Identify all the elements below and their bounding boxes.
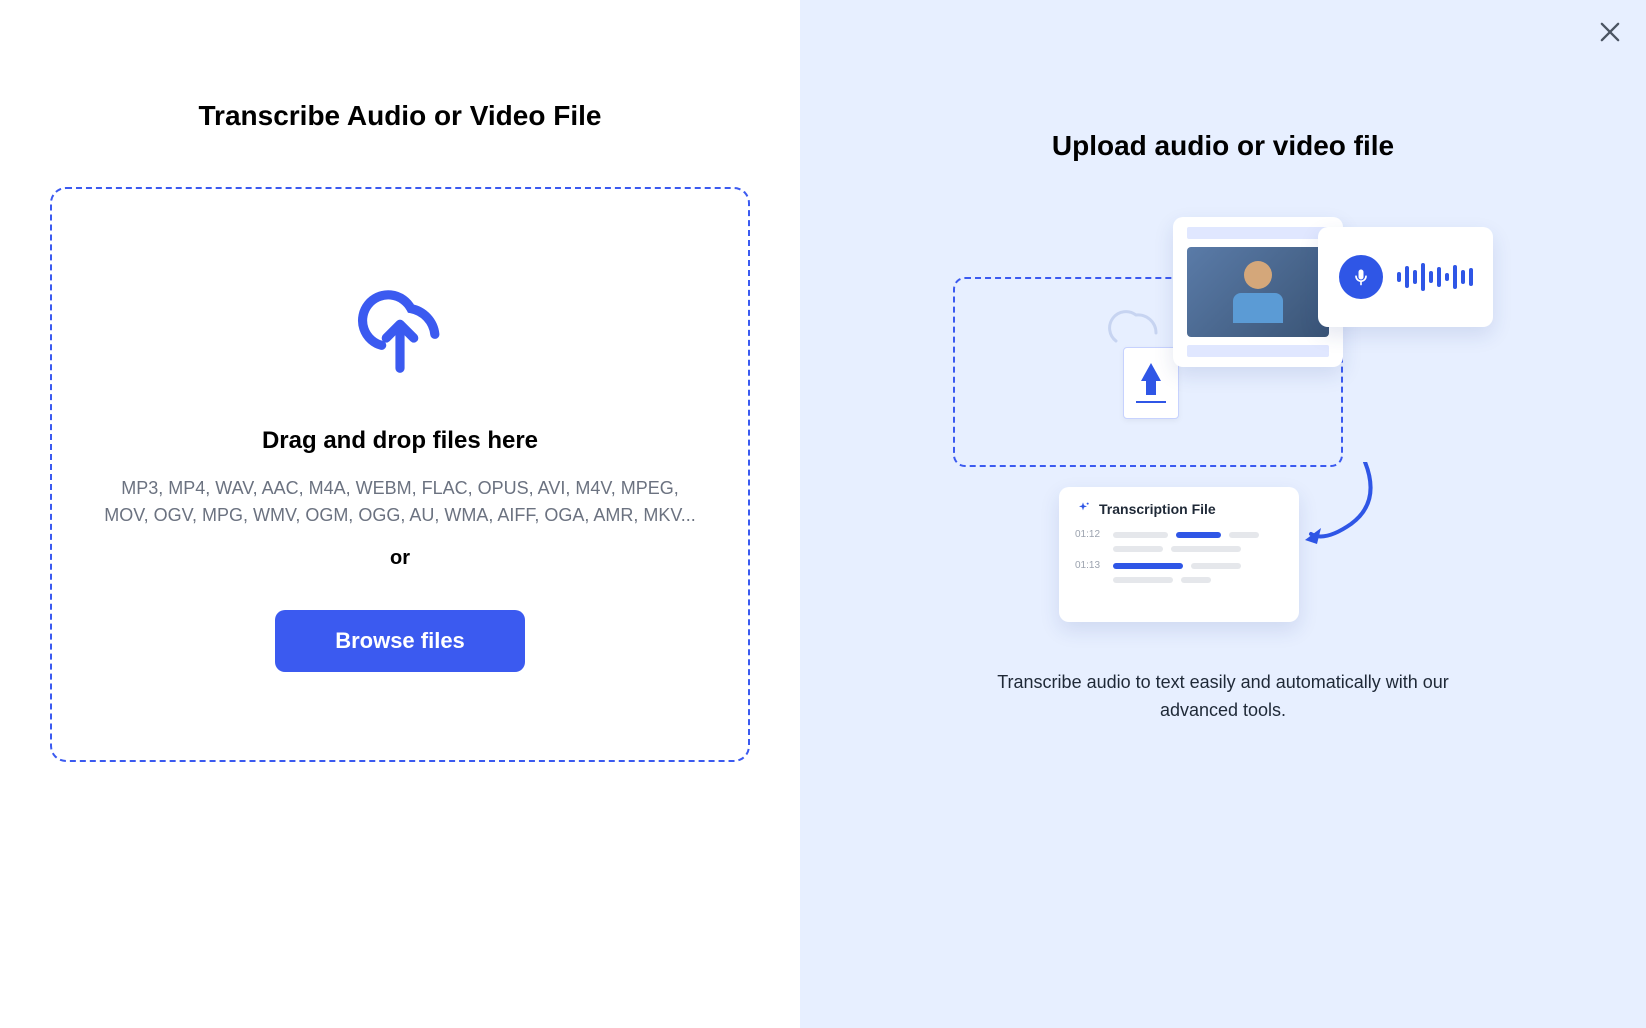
browse-files-button[interactable]: Browse files [275,610,525,672]
cloud-outline-icon [1098,299,1168,349]
close-button[interactable] [1596,18,1624,46]
file-drop-zone[interactable]: Drag and drop files here MP3, MP4, WAV, … [50,187,750,762]
video-thumbnail [1187,247,1329,337]
arrow-curve-icon [1303,462,1383,567]
info-description: Transcribe audio to text easily and auto… [963,669,1483,725]
upload-panel: Transcribe Audio or Video File Drag and … [0,0,800,1028]
close-icon [1596,18,1624,46]
page-title: Transcribe Audio or Video File [199,100,602,132]
info-panel: Upload audio or video file [800,0,1646,1028]
transcription-file-card: Transcription File 01:12 01:13 [1059,487,1299,622]
microphone-icon [1339,255,1383,299]
drop-zone-title: Drag and drop files here [262,427,538,455]
timestamp: 01:13 [1075,560,1105,571]
upload-illustration: Transcription File 01:12 01:13 [953,217,1493,637]
sparkle-icon [1075,501,1091,517]
timestamp: 01:12 [1075,529,1105,540]
info-title: Upload audio or video file [1052,130,1394,162]
audio-preview-card [1318,227,1493,327]
cloud-upload-icon [345,277,455,377]
upload-document-icon [1123,347,1179,419]
waveform-icon [1397,263,1473,291]
supported-formats: MP3, MP4, WAV, AAC, M4A, WEBM, FLAC, OPU… [102,475,698,529]
transcription-card-title: Transcription File [1099,501,1216,517]
or-divider: or [390,547,410,570]
